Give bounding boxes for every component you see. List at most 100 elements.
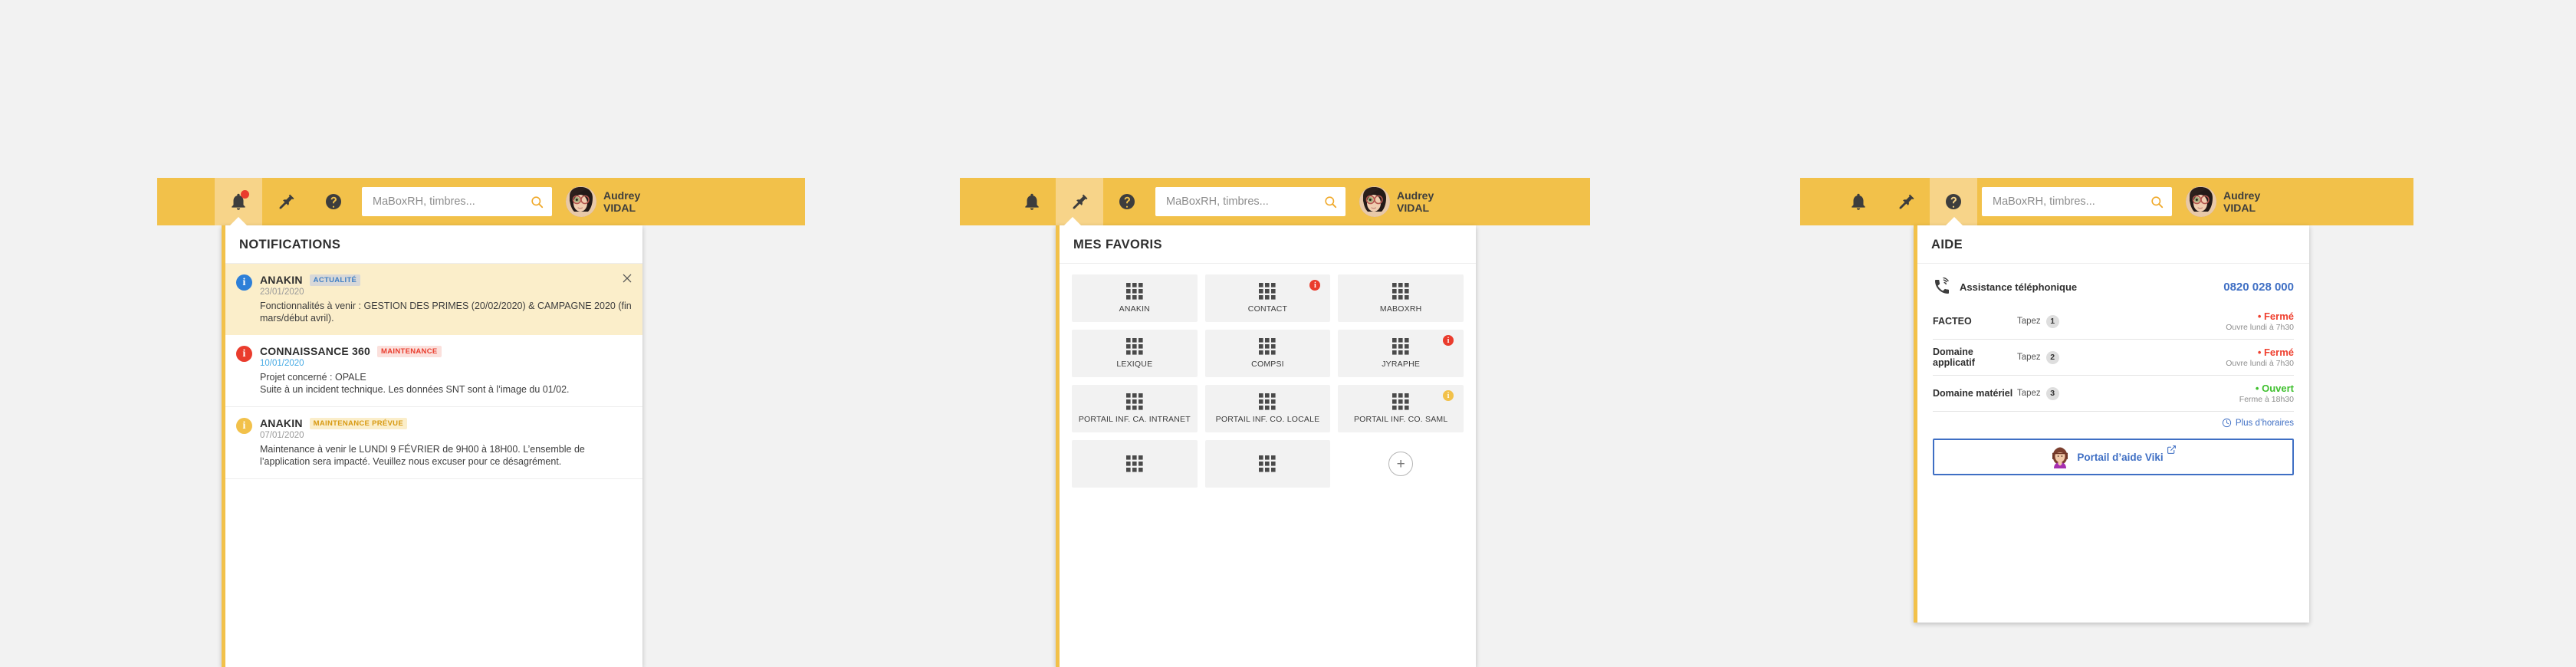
favorite-tile[interactable]: CONTACT i: [1204, 274, 1331, 322]
notification-header: ANAKIN ACTUALITÉ: [260, 274, 632, 286]
add-favorite-button[interactable]: +: [1338, 440, 1464, 488]
avatar-3[interactable]: [2186, 186, 2216, 217]
favorites-panel: MES FAVORIS ANAKIN CONTACT i MABOXRH LEXIQUE…: [1056, 225, 1476, 667]
header-bar-favorites: MaBoxRH, timbres... Audrey VIDAL: [960, 178, 1590, 225]
app-grid-icon: [1259, 338, 1276, 355]
app-grid-icon: [1392, 393, 1409, 410]
phone-number[interactable]: 0820 028 000: [2223, 281, 2294, 294]
app-grid-icon: [1125, 283, 1143, 300]
notification-text: Maintenance à venir le LUNDI 9 FÉVRIER d…: [260, 444, 585, 467]
notification-body: ANAKIN ACTUALITÉ 23/01/2020 Fonctionnalités…: [260, 274, 632, 324]
notification-tag-badge: MAINTENANCE: [377, 345, 442, 357]
external-link-icon: [2167, 445, 2176, 454]
notification-body: CONNAISSANCE 360 MAINTENANCE 10/01/2020 Pro…: [260, 345, 632, 396]
user-name-3[interactable]: Audrey VIDAL: [2223, 189, 2260, 214]
notifications-bell-button-2[interactable]: [1008, 178, 1056, 225]
search-input-wrapper-2[interactable]: MaBoxRH, timbres...: [1155, 187, 1346, 216]
notification-item[interactable]: i ANAKIN MAINTENANCE PRÉVUE 07/01/2020 Maint…: [225, 407, 642, 479]
search-icon: [531, 196, 544, 208]
favorites-pin-button[interactable]: [262, 178, 310, 225]
help-service-status: • Fermé Ouvre lundi à 7h30: [2226, 347, 2294, 368]
favorites-panel-title: MES FAVORIS: [1060, 225, 1476, 264]
notification-body: ANAKIN MAINTENANCE PRÉVUE 07/01/2020 Mainte…: [260, 417, 632, 468]
app-grid-icon: [1392, 338, 1409, 355]
help-service-key-wrapper: Tapez 2: [2017, 350, 2226, 364]
info-icon: i: [236, 418, 252, 434]
help-panel-title: AIDE: [1917, 225, 2309, 264]
status-badge: • Ouvert: [2255, 383, 2294, 394]
info-icon: i: [236, 346, 252, 362]
notifications-panel-caret: [230, 217, 247, 225]
favorite-tile-label: ANAKIN: [1119, 304, 1150, 314]
status-subtext: Ouvre lundi à 7h30: [2226, 323, 2294, 332]
app-grid-icon: [1125, 455, 1143, 472]
help-service-row: FACTEO Tapez 1 • Fermé Ouvre lundi à 7h30: [1933, 304, 2294, 339]
favorite-tile[interactable]: [1072, 440, 1198, 488]
search-icon-2: [1325, 196, 1337, 208]
help-service-name: Domaine applicatif: [1933, 347, 1975, 368]
favorite-tile[interactable]: ANAKIN: [1072, 274, 1198, 322]
notification-app-name: CONNAISSANCE 360: [260, 345, 371, 357]
favorite-tile[interactable]: PORTAIL INF. CA. INTRANET: [1072, 385, 1198, 432]
notification-tag-badge: ACTUALITÉ: [309, 274, 361, 286]
help-service-status: • Ouvert Ferme à 18h30: [2239, 383, 2294, 404]
favorite-tile-label: PORTAIL INF. CA. INTRANET: [1078, 415, 1191, 424]
viki-help-portal-button[interactable]: Portail d’aide Viki: [1933, 439, 2294, 475]
notification-date: 23/01/2020: [260, 288, 304, 297]
phone-assistance-row: Assistance téléphonique 0820 028 000: [1933, 274, 2294, 304]
phone-icon: [1935, 278, 1949, 294]
favorite-tile-label: COMPSI: [1251, 360, 1284, 369]
app-grid-icon: [1125, 393, 1143, 410]
search-input-2[interactable]: MaBoxRH, timbres...: [1166, 196, 1323, 208]
notification-text: Projet concerné : OPALE Suite à un incide…: [260, 372, 570, 395]
avatar[interactable]: [566, 186, 596, 217]
avatar-2[interactable]: [1359, 186, 1390, 217]
notification-header: CONNAISSANCE 360 MAINTENANCE: [260, 345, 632, 357]
notification-app-name: ANAKIN: [260, 417, 303, 429]
favorite-tile[interactable]: JYRAPHE i: [1338, 330, 1464, 377]
notification-item[interactable]: i CONNAISSANCE 360 MAINTENANCE 10/01/2020 Pr…: [225, 335, 642, 407]
more-hours-link[interactable]: Plus d’horaires: [1933, 411, 2294, 428]
favorite-tile[interactable]: MABOXRH: [1338, 274, 1464, 322]
status-badge: • Fermé: [2257, 310, 2294, 322]
user-name-2[interactable]: Audrey VIDAL: [1397, 189, 1434, 214]
favorite-tile[interactable]: PORTAIL INF. CO. LOCALE: [1204, 385, 1331, 432]
notification-item[interactable]: i ANAKIN ACTUALITÉ 23/01/2020 Fonctionnalité…: [225, 264, 642, 335]
viki-agent-icon: [2052, 447, 2068, 468]
help-panel: AIDE Assistance téléphonique 0820 028 00…: [1914, 225, 2309, 623]
search-input-3[interactable]: MaBoxRH, timbres...: [1993, 196, 2150, 208]
favorite-tile[interactable]: PORTAIL INF. CO. SAML i: [1338, 385, 1464, 432]
favorite-info-badge: i: [1309, 280, 1321, 291]
help-service-key-wrapper: Tapez 1: [2017, 314, 2226, 328]
favorite-tile[interactable]: COMPSI: [1204, 330, 1331, 377]
more-hours-label: Plus d’horaires: [2235, 418, 2294, 428]
favorites-panel-caret: [1064, 217, 1081, 225]
help-question-button-2[interactable]: [1103, 178, 1151, 225]
search-input-wrapper[interactable]: MaBoxRH, timbres...: [362, 187, 552, 216]
info-icon: i: [236, 274, 252, 291]
help-service-name: Domaine matériel: [1933, 388, 2013, 399]
plus-icon: +: [1388, 452, 1414, 476]
notification-date: 10/01/2020: [260, 359, 304, 368]
header-bar-notifications: MaBoxRH, timbres... Audrey VIDAL: [157, 178, 805, 225]
user-last-name-3: VIDAL: [2223, 202, 2256, 214]
notifications-bell-button-3[interactable]: [1835, 178, 1882, 225]
close-icon[interactable]: [622, 273, 632, 284]
help-service-status: • Fermé Ouvre lundi à 7h30: [2226, 310, 2294, 332]
help-service-key: 2: [2045, 350, 2059, 364]
favorite-tile-label: LEXIQUE: [1116, 360, 1153, 369]
favorites-pin-button-3[interactable]: [1882, 178, 1930, 225]
favorite-tile[interactable]: [1204, 440, 1331, 488]
favorite-tile-label: PORTAIL INF. CO. LOCALE: [1215, 415, 1320, 424]
clock-icon: [2222, 418, 2232, 428]
search-input-wrapper-3[interactable]: MaBoxRH, timbres...: [1982, 187, 2172, 216]
favorite-tile[interactable]: LEXIQUE: [1072, 330, 1198, 377]
user-name[interactable]: Audrey VIDAL: [603, 189, 640, 214]
help-question-button[interactable]: [310, 178, 357, 225]
search-input[interactable]: MaBoxRH, timbres...: [373, 196, 530, 208]
help-panel-caret: [1946, 217, 1963, 225]
app-grid-icon: [1125, 338, 1143, 355]
help-service-key: 3: [2045, 386, 2059, 400]
user-last-name: VIDAL: [603, 202, 636, 214]
help-body: Assistance téléphonique 0820 028 000 FAC…: [1917, 264, 2309, 475]
